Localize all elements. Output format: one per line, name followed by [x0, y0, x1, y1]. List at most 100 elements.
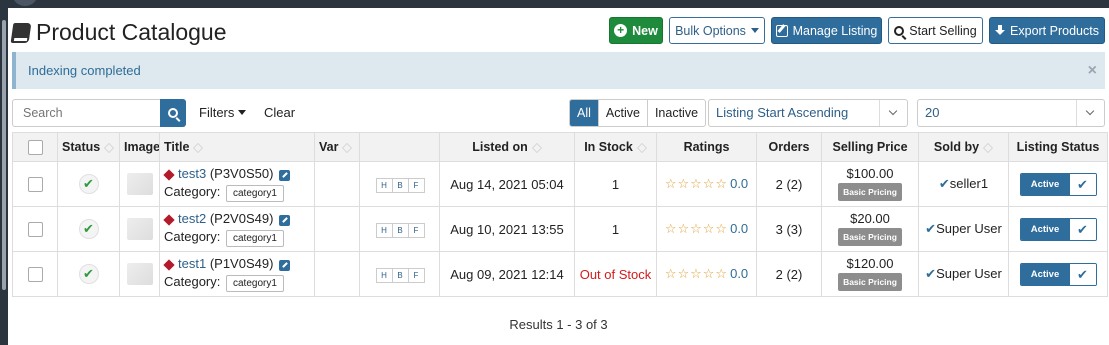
var-cell	[314, 251, 360, 297]
select-all-checkbox[interactable]	[27, 139, 43, 155]
listing-status-toggle[interactable]: Active ✔	[1019, 217, 1097, 241]
price-value: $100.00	[846, 166, 894, 181]
scrollbar-thumb[interactable]	[2, 20, 6, 290]
image-cell	[119, 206, 160, 252]
main-content: Product Catalogue + New Bulk Options Man…	[8, 8, 1109, 345]
clear-button[interactable]: Clear	[264, 105, 295, 120]
product-title-link[interactable]: test3	[178, 166, 206, 181]
f-button[interactable]: F	[407, 267, 425, 283]
top-nav-bar	[0, 0, 1109, 8]
b-button[interactable]: B	[391, 177, 409, 193]
product-sku: (P1V0S49)	[209, 256, 274, 272]
sort-select-value: Listing Start Ascending	[716, 105, 849, 120]
rating-value[interactable]: 0.0	[730, 176, 748, 191]
listed-on-cell: Aug 09, 2021 12:14	[439, 251, 575, 297]
manage-listing-button[interactable]: Manage Listing	[771, 17, 882, 44]
var-cell	[314, 161, 360, 207]
indexing-alert: Indexing completed ×	[12, 52, 1105, 89]
product-thumbnail[interactable]	[126, 263, 153, 285]
listing-status-toggle[interactable]: Active ✔	[1019, 172, 1097, 196]
search-button[interactable]	[160, 99, 186, 127]
table-header-row: Status Image Title Var Listed on In Stoc…	[12, 132, 1108, 162]
listing-status-toggle[interactable]: Active ✔	[1019, 262, 1097, 286]
row-select-cell	[12, 251, 58, 297]
ratings-cell: ☆☆☆☆☆ 0.0	[656, 206, 757, 252]
status-cell: ✔	[57, 161, 120, 207]
bulk-options-button[interactable]: Bulk Options	[669, 17, 765, 44]
rating-value[interactable]: 0.0	[730, 221, 748, 236]
product-thumbnail[interactable]	[126, 173, 153, 195]
segment-active[interactable]: Active	[597, 100, 647, 126]
h-button[interactable]: H	[375, 222, 393, 238]
f-button[interactable]: F	[407, 177, 425, 193]
b-button[interactable]: B	[391, 222, 409, 238]
check-icon: ✔	[1069, 263, 1096, 285]
row-checkbox[interactable]	[27, 267, 43, 283]
col-orders[interactable]: Orders	[756, 132, 822, 162]
listing-status-label: Active	[1020, 218, 1070, 240]
status-segment: All Active Inactive	[569, 99, 707, 127]
select-all-header	[12, 132, 58, 162]
start-selling-button[interactable]: Start Selling	[888, 17, 983, 44]
nav-toggle[interactable]	[12, 0, 38, 6]
listing-status-cell: Active ✔	[1008, 251, 1108, 297]
col-image: Image	[119, 132, 160, 162]
status-cell: ✔	[57, 206, 120, 252]
per-page-select[interactable]: 20	[917, 99, 1105, 127]
listed-on-cell: Aug 14, 2021 05:04	[439, 161, 575, 207]
in-stock-cell: 1	[574, 161, 657, 207]
new-button[interactable]: + New	[609, 17, 663, 44]
product-table: Status Image Title Var Listed on In Stoc…	[12, 132, 1108, 297]
col-listed-on[interactable]: Listed on	[439, 132, 575, 162]
per-page-value: 20	[925, 105, 940, 120]
product-title-link[interactable]: test2	[178, 211, 206, 226]
category-badge: category1	[226, 229, 284, 247]
sold-by-cell: ✔seller1	[918, 161, 1009, 207]
col-in-stock[interactable]: In Stock	[574, 132, 657, 162]
seller-name: Super User	[936, 221, 1002, 236]
title-cell: test3 (P3V0S50) Category: category1	[159, 161, 315, 207]
check-icon: ✔	[1069, 218, 1096, 240]
product-sku: (P3V0S50)	[209, 166, 274, 182]
external-link-icon[interactable]	[279, 169, 291, 181]
left-scrollbar	[0, 8, 8, 345]
product-thumbnail[interactable]	[126, 218, 153, 240]
filters-label: Filters	[199, 105, 235, 120]
segment-inactive[interactable]: Inactive	[646, 100, 705, 126]
f-button[interactable]: F	[407, 222, 425, 238]
external-link-icon[interactable]	[279, 259, 291, 271]
row-checkbox[interactable]	[27, 177, 43, 193]
title-cell: test2 (P2V0S49) Category: category1	[159, 206, 315, 252]
col-selling-price[interactable]: Selling Price	[821, 132, 919, 162]
filters-dropdown[interactable]: Filters	[199, 105, 247, 120]
sort-icon	[531, 142, 542, 153]
title-cell: test1 (P1V0S49) Category: category1	[159, 251, 315, 297]
h-button[interactable]: H	[375, 177, 393, 193]
b-button[interactable]: B	[391, 267, 409, 283]
start-selling-label: Start Selling	[909, 23, 977, 38]
sort-select[interactable]: Listing Start Ascending	[708, 99, 908, 127]
hbf-cell: HBF	[359, 161, 440, 207]
export-products-button[interactable]: Export Products	[989, 17, 1105, 44]
price-cell: $100.00 Basic Pricing	[821, 161, 919, 207]
col-sold-by[interactable]: Sold by	[918, 132, 1009, 162]
pricing-badge: Basic Pricing	[838, 183, 902, 201]
seller-name: Super User	[936, 266, 1002, 281]
external-link-icon[interactable]	[279, 214, 291, 226]
close-icon[interactable]: ×	[1088, 62, 1097, 80]
rating-value[interactable]: 0.0	[730, 266, 748, 281]
listing-status-label: Active	[1020, 263, 1070, 285]
check-circle-icon: ✔	[78, 264, 99, 284]
col-var[interactable]: Var	[314, 132, 360, 162]
row-checkbox[interactable]	[27, 222, 43, 238]
ratings-cell: ☆☆☆☆☆ 0.0	[656, 161, 757, 207]
search-input[interactable]	[12, 99, 160, 127]
h-button[interactable]: H	[375, 267, 393, 283]
segment-all[interactable]: All	[570, 100, 598, 126]
search-icon	[894, 25, 905, 36]
product-title-link[interactable]: test1	[178, 256, 206, 271]
col-title[interactable]: Title	[159, 132, 315, 162]
col-status[interactable]: Status	[57, 132, 120, 162]
row-select-cell	[12, 206, 58, 252]
in-stock-cell: 1	[574, 206, 657, 252]
